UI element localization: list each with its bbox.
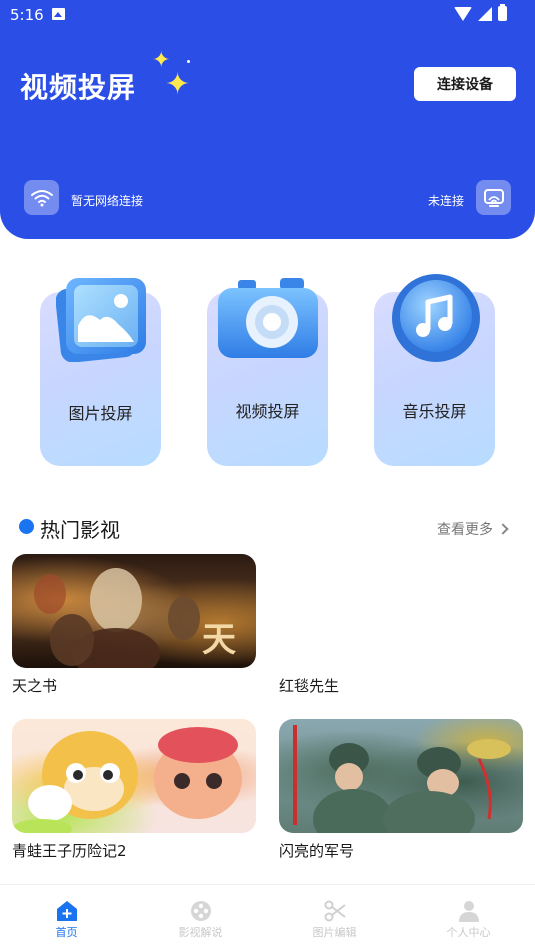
poster-figures	[34, 568, 200, 668]
chevron-right-icon	[497, 523, 509, 535]
nav-home[interactable]: 首页	[0, 885, 133, 951]
sparkle-dot	[187, 60, 190, 63]
see-more-label: 查看更多	[437, 522, 493, 538]
nav-profile[interactable]: 个人中心	[402, 885, 535, 951]
music-note-icon	[392, 274, 480, 362]
image-icon	[56, 278, 146, 362]
page-title: 视频投屏	[20, 71, 137, 104]
home-plus-icon	[56, 901, 77, 921]
camera-icon	[218, 278, 318, 358]
film-reel-icon	[190, 901, 211, 921]
nav-profile-label: 个人中心	[446, 926, 491, 939]
movie-title[interactable]: 红毯先生	[279, 675, 339, 696]
movie-poster[interactable]	[279, 719, 523, 833]
movie-title[interactable]: 天之书	[12, 675, 57, 696]
poster-figures	[12, 727, 242, 833]
cell-signal-icon	[478, 6, 492, 21]
video-cast-label: 视频投屏	[235, 402, 300, 421]
network-status-text: 暂无网络连接	[71, 194, 144, 208]
connection-status-text: 未连接	[428, 194, 465, 208]
bottom-navigation: 首页 影视解说 图片编辑 个人中心	[0, 884, 535, 951]
poster-figures	[293, 725, 511, 833]
nav-film-commentary-label: 影视解说	[178, 926, 223, 939]
header-panel: 5:16 视频投屏 ✦ ✦ 连接设备 暂无网络连接 未连接	[0, 0, 535, 239]
image-cast-label: 图片投屏	[68, 404, 133, 423]
music-cast-label: 音乐投屏	[402, 402, 467, 421]
status-bar: 5:16	[0, 0, 535, 30]
section-dot	[19, 519, 34, 534]
nav-home-label: 首页	[55, 926, 78, 939]
movie-poster[interactable]	[12, 719, 256, 833]
status-icons	[454, 4, 507, 21]
nav-image-edit[interactable]: 图片编辑	[268, 885, 401, 951]
battery-icon	[498, 4, 507, 21]
movie-title[interactable]: 青蛙王子历险记2	[12, 840, 127, 861]
status-time: 5:16	[10, 6, 44, 24]
wifi-status-icon	[454, 6, 472, 21]
person-icon	[458, 901, 479, 922]
see-more-link[interactable]: 查看更多	[437, 519, 509, 539]
sparkle-icon: ✦	[165, 67, 191, 102]
gallery-notification-icon	[52, 8, 65, 20]
movie-title[interactable]: 闪亮的军号	[279, 840, 354, 861]
section-title: 热门影视	[40, 518, 120, 542]
connect-device-button[interactable]: 连接设备	[414, 67, 516, 101]
nav-film-commentary[interactable]: 影视解说	[134, 885, 267, 951]
screen-cast-icon[interactable]	[476, 180, 511, 215]
nav-image-edit-label: 图片编辑	[312, 926, 357, 939]
app-screen: 5:16 视频投屏 ✦ ✦ 连接设备 暂无网络连接 未连接 图片投屏 视频投屏 …	[0, 0, 535, 951]
wifi-icon	[24, 180, 59, 215]
movie-poster[interactable]: 天	[12, 554, 256, 668]
scissors-icon	[324, 900, 346, 922]
